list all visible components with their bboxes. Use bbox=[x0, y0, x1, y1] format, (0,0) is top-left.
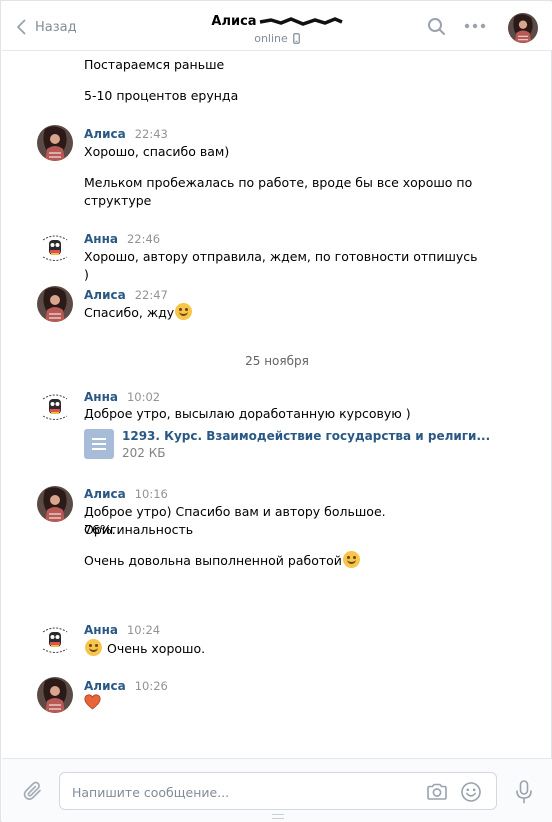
avatar-alisa[interactable] bbox=[37, 125, 73, 161]
resize-handle[interactable] bbox=[272, 814, 284, 819]
microphone-icon[interactable] bbox=[515, 780, 533, 804]
avatar-alisa[interactable] bbox=[37, 286, 73, 322]
date-separator: 25 ноября bbox=[245, 354, 309, 368]
message-text: структуре bbox=[84, 193, 152, 208]
message-input-box[interactable] bbox=[59, 772, 497, 810]
message-time[interactable]: 22:43 bbox=[135, 127, 168, 141]
document-icon bbox=[84, 429, 114, 459]
message-text: 76%. bbox=[84, 522, 116, 537]
smile-emoji-icon bbox=[85, 639, 102, 656]
message-time[interactable]: 10:02 bbox=[127, 390, 160, 404]
message-text: Очень хорошо. bbox=[84, 639, 484, 658]
redaction-scribble bbox=[259, 17, 343, 26]
message-time[interactable]: 22:47 bbox=[135, 288, 168, 302]
camera-icon[interactable] bbox=[426, 782, 448, 802]
author-name[interactable]: Алиса bbox=[84, 127, 126, 141]
message-text: Мельком пробежалась по работе, вроде бы … bbox=[84, 175, 473, 190]
message-time[interactable]: 10:16 bbox=[135, 487, 168, 501]
message-text bbox=[84, 694, 484, 715]
message-time[interactable]: 22:46 bbox=[127, 232, 160, 246]
document-title[interactable]: 1293. Курс. Взаимодействие государства и… bbox=[122, 429, 490, 443]
avatar-alisa[interactable] bbox=[37, 486, 73, 522]
message-text-content: Очень довольна выполненной работой bbox=[84, 553, 342, 568]
avatar-anna[interactable] bbox=[37, 389, 73, 425]
avatar-anna[interactable] bbox=[37, 230, 73, 266]
message-text-content: Очень хорошо. bbox=[106, 641, 206, 656]
smile-emoji-icon bbox=[342, 551, 360, 568]
message-text: Очень довольна выполненной работой bbox=[84, 551, 484, 570]
message-text-content: Спасибо, жду bbox=[84, 305, 175, 320]
chat-window: Назад Алиса online Постараемся раньше 5-… bbox=[0, 0, 552, 822]
avatar-alisa[interactable] bbox=[37, 677, 73, 713]
message-time[interactable]: 10:26 bbox=[135, 679, 168, 693]
author-name[interactable]: Алиса bbox=[84, 679, 126, 693]
smile-icon[interactable] bbox=[460, 781, 482, 803]
avatar-anna[interactable] bbox=[37, 622, 73, 658]
message-text: 5-10 процентов ерунда bbox=[84, 88, 239, 103]
heart-emoji-icon bbox=[84, 694, 101, 710]
author-name[interactable]: Анна bbox=[84, 623, 118, 637]
search-icon[interactable] bbox=[427, 17, 447, 37]
document-attachment[interactable]: 1293. Курс. Взаимодействие государства и… bbox=[84, 429, 490, 463]
message-input[interactable] bbox=[72, 782, 402, 802]
paperclip-icon[interactable] bbox=[22, 780, 44, 802]
author-name[interactable]: Алиса bbox=[84, 487, 126, 501]
chat-header: Назад Алиса online bbox=[2, 2, 552, 51]
phone-icon bbox=[292, 33, 300, 44]
author-name[interactable]: Анна bbox=[84, 390, 118, 404]
document-size: 202 КБ bbox=[122, 446, 166, 460]
message-text: Спасибо, жду bbox=[84, 303, 484, 322]
smile-emoji-icon bbox=[175, 303, 193, 320]
peer-name: Алиса bbox=[211, 14, 257, 29]
author-name[interactable]: Анна bbox=[84, 232, 118, 246]
message-text: Хорошо, спасибо вам) bbox=[84, 144, 230, 159]
message-text: Постараемся раньше bbox=[84, 57, 225, 72]
peer-avatar[interactable] bbox=[508, 13, 538, 43]
message-time[interactable]: 10:24 bbox=[127, 623, 160, 637]
more-icon[interactable] bbox=[464, 23, 486, 29]
message-composer bbox=[2, 758, 552, 822]
message-text: Доброе утро, высылаю доработанную курсов… bbox=[84, 406, 411, 421]
message-text: Хорошо, автору отправила, ждем, по готов… bbox=[84, 249, 478, 282]
author-name[interactable]: Алиса bbox=[84, 288, 126, 302]
peer-status: online bbox=[254, 32, 288, 45]
